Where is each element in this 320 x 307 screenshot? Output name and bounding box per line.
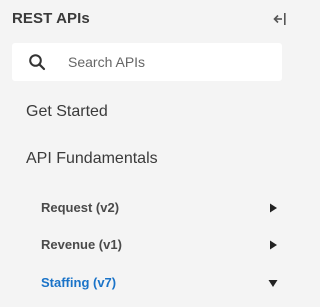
nav-subitem-label: Revenue (v1) (41, 237, 122, 252)
chevron-right-icon (270, 240, 277, 250)
nav-item-get-started[interactable]: Get Started (26, 103, 108, 121)
sidebar-title: REST APIs (12, 10, 90, 27)
nav-subitem-label: Staffing (v7) (41, 275, 117, 290)
search-box (12, 43, 282, 81)
search-input[interactable] (68, 43, 268, 81)
nav-subitem-label: Request (v2) (41, 200, 120, 215)
collapse-sidebar-button[interactable] (272, 11, 288, 27)
collapse-left-icon (273, 13, 286, 25)
nav-subitem-staffing[interactable]: Staffing (v7) (41, 275, 279, 293)
sidebar-header: REST APIs (12, 10, 288, 28)
nav-subitem-revenue[interactable]: Revenue (v1) (41, 237, 279, 255)
chevron-down-icon (268, 280, 278, 287)
search-icon (29, 54, 46, 71)
chevron-right-icon (270, 203, 277, 213)
nav-subitem-request[interactable]: Request (v2) (41, 200, 279, 218)
nav-item-api-fundamentals[interactable]: API Fundamentals (26, 150, 158, 168)
api-sidebar: REST APIs Get Started API Fundamentals R… (0, 0, 300, 307)
